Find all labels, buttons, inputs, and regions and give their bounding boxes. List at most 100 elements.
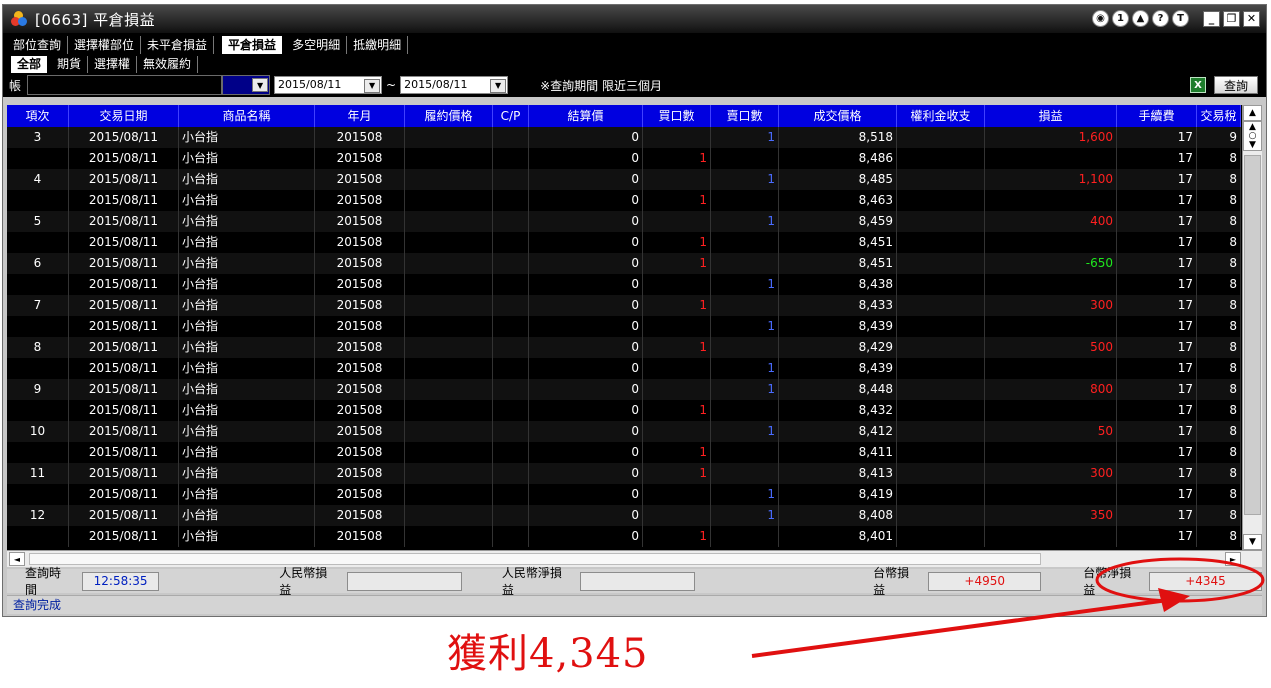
cell-premium bbox=[897, 484, 985, 505]
step-down-icon[interactable]: ▼ bbox=[1249, 140, 1256, 150]
scroll-left-icon[interactable]: ◄ bbox=[9, 552, 25, 566]
table-row[interactable]: 10 2015/08/11 小台指 201508 0 1 8,412 50 17 8 bbox=[7, 421, 1241, 442]
table-row[interactable]: 2015/08/11 小台指 201508 0 1 8,419 17 8 bbox=[7, 484, 1241, 505]
scroll-right-icon[interactable]: ► bbox=[1225, 552, 1241, 566]
cell-ym: 201508 bbox=[315, 484, 405, 505]
cell-no bbox=[7, 316, 69, 337]
restore-button[interactable]: ❐ bbox=[1223, 10, 1240, 27]
table-row[interactable]: 3 2015/08/11 小台指 201508 0 1 8,518 1,600 17 9 bbox=[7, 127, 1241, 148]
chevron-down-icon[interactable]: ▼ bbox=[252, 78, 269, 92]
number-one-icon[interactable]: 1 bbox=[1112, 10, 1129, 27]
table-row[interactable]: 7 2015/08/11 小台指 201508 0 1 8,433 300 17 8 bbox=[7, 295, 1241, 316]
help-icon[interactable]: ? bbox=[1152, 10, 1169, 27]
cell-date: 2015/08/11 bbox=[69, 253, 179, 274]
vertical-scrollbar[interactable]: ▲ ▲ ○ ▼ ▼ bbox=[1242, 105, 1262, 550]
cell-pl: -650 bbox=[985, 253, 1117, 274]
column-header[interactable]: 履約價格 bbox=[405, 105, 493, 127]
cell-cp bbox=[493, 505, 529, 526]
cell-ym: 201508 bbox=[315, 274, 405, 295]
tab-primary-1[interactable]: 選擇權部位 bbox=[68, 36, 142, 54]
chevron-down-icon[interactable]: ▼ bbox=[490, 79, 507, 93]
tab-secondary-2[interactable]: 選擇權 bbox=[88, 56, 138, 73]
column-header[interactable]: 賣口數 bbox=[711, 105, 779, 127]
column-header[interactable]: C/P bbox=[493, 105, 529, 127]
column-header[interactable]: 成交價格 bbox=[779, 105, 897, 127]
close-button[interactable]: ✕ bbox=[1243, 10, 1260, 27]
date-from-field[interactable]: 2015/08/11 ▼ bbox=[274, 76, 383, 94]
account-select[interactable]: ▼ bbox=[222, 75, 271, 95]
account-input[interactable] bbox=[27, 75, 223, 95]
cell-settle: 0 bbox=[529, 379, 643, 400]
excel-export-icon[interactable]: X bbox=[1190, 77, 1206, 93]
column-header[interactable]: 手續費 bbox=[1117, 105, 1197, 127]
column-header[interactable]: 項次 bbox=[7, 105, 69, 127]
cell-buy bbox=[643, 211, 711, 232]
t-icon[interactable]: T bbox=[1172, 10, 1189, 27]
table-row[interactable]: 6 2015/08/11 小台指 201508 0 1 8,451 -650 17 8 bbox=[7, 253, 1241, 274]
table-row[interactable]: 4 2015/08/11 小台指 201508 0 1 8,485 1,100 17 8 bbox=[7, 169, 1241, 190]
cell-tax: 8 bbox=[1197, 505, 1241, 526]
table-row[interactable]: 2015/08/11 小台指 201508 0 1 8,439 17 8 bbox=[7, 316, 1241, 337]
cell-tax: 8 bbox=[1197, 211, 1241, 232]
cell-tax: 8 bbox=[1197, 526, 1241, 547]
cell-date: 2015/08/11 bbox=[69, 274, 179, 295]
cell-strike bbox=[405, 274, 493, 295]
table-row[interactable]: 8 2015/08/11 小台指 201508 0 1 8,429 500 17 8 bbox=[7, 337, 1241, 358]
cell-tax: 8 bbox=[1197, 274, 1241, 295]
cell-premium bbox=[897, 526, 985, 547]
table-row[interactable]: 2015/08/11 小台指 201508 0 1 8,438 17 8 bbox=[7, 274, 1241, 295]
table-row[interactable]: 2015/08/11 小台指 201508 0 1 8,432 17 8 bbox=[7, 400, 1241, 421]
minimize-button[interactable]: _ bbox=[1203, 10, 1220, 27]
table-row[interactable]: 11 2015/08/11 小台指 201508 0 1 8,413 300 17 8 bbox=[7, 463, 1241, 484]
link-icon[interactable]: ◉ bbox=[1092, 10, 1109, 27]
horizontal-scrollbar[interactable]: ◄ ► bbox=[7, 550, 1262, 567]
column-header[interactable]: 交易稅 bbox=[1197, 105, 1241, 127]
cell-name: 小台指 bbox=[179, 169, 315, 190]
twd-net-value: +4345 bbox=[1148, 571, 1263, 591]
table-row[interactable]: 2015/08/11 小台指 201508 0 1 8,463 17 8 bbox=[7, 190, 1241, 211]
tab-primary-4[interactable]: 多空明細 bbox=[286, 36, 348, 54]
tab-primary-3[interactable]: 平倉損益 bbox=[222, 36, 283, 54]
cell-name: 小台指 bbox=[179, 505, 315, 526]
query-button[interactable]: 查詢 bbox=[1214, 76, 1258, 94]
column-header[interactable]: 買口數 bbox=[643, 105, 711, 127]
column-header[interactable]: 結算價 bbox=[529, 105, 643, 127]
table-row[interactable]: 2015/08/11 小台指 201508 0 1 8,401 17 8 bbox=[7, 526, 1241, 547]
cell-buy: 1 bbox=[643, 526, 711, 547]
table-row[interactable]: 2015/08/11 小台指 201508 0 1 8,439 17 8 bbox=[7, 358, 1241, 379]
table-row[interactable]: 2015/08/11 小台指 201508 0 1 8,411 17 8 bbox=[7, 442, 1241, 463]
tab-secondary-1[interactable]: 期貨 bbox=[51, 56, 89, 73]
date-to-field[interactable]: 2015/08/11 ▼ bbox=[400, 76, 509, 94]
table-row[interactable]: 2015/08/11 小台指 201508 0 1 8,486 17 8 bbox=[7, 148, 1241, 169]
column-header[interactable]: 交易日期 bbox=[69, 105, 179, 127]
tab-secondary-3[interactable]: 無效履約 bbox=[137, 56, 199, 73]
tab-primary-2[interactable]: 未平倉損益 bbox=[141, 36, 215, 54]
table-row[interactable]: 9 2015/08/11 小台指 201508 0 1 8,448 800 17 8 bbox=[7, 379, 1241, 400]
column-header[interactable]: 年月 bbox=[315, 105, 405, 127]
chevron-down-icon[interactable]: ▼ bbox=[364, 79, 381, 93]
column-header[interactable]: 權利金收支 bbox=[897, 105, 985, 127]
tab-secondary-0[interactable]: 全部 bbox=[11, 56, 48, 73]
cell-price: 8,411 bbox=[779, 442, 897, 463]
cell-buy: 1 bbox=[643, 148, 711, 169]
vertical-scroll-thumb[interactable] bbox=[1244, 155, 1261, 515]
query-time-value: 12:58:35 bbox=[82, 571, 160, 591]
tab-primary-0[interactable]: 部位查詢 bbox=[7, 36, 69, 54]
cell-fee: 17 bbox=[1117, 295, 1197, 316]
cell-name: 小台指 bbox=[179, 484, 315, 505]
tab-primary-5[interactable]: 抵繳明細 bbox=[347, 36, 409, 54]
table-row[interactable]: 5 2015/08/11 小台指 201508 0 1 8,459 400 17 8 bbox=[7, 211, 1241, 232]
cell-name: 小台指 bbox=[179, 211, 315, 232]
title-bar[interactable]: [0663] 平倉損益 ◉ 1 ▲ ? T _ ❐ ✕ bbox=[3, 5, 1266, 33]
cell-cp bbox=[493, 316, 529, 337]
scroll-up-icon[interactable]: ▲ bbox=[1243, 105, 1262, 121]
upload-icon[interactable]: ▲ bbox=[1132, 10, 1149, 27]
table-row[interactable]: 12 2015/08/11 小台指 201508 0 1 8,408 350 17 8 bbox=[7, 505, 1241, 526]
window-title: [0663] 平倉損益 bbox=[35, 10, 156, 29]
scroll-step-control[interactable]: ▲ ○ ▼ bbox=[1243, 121, 1262, 151]
column-header[interactable]: 商品名稱 bbox=[179, 105, 315, 127]
table-row[interactable]: 2015/08/11 小台指 201508 0 1 8,451 17 8 bbox=[7, 232, 1241, 253]
scroll-down-icon[interactable]: ▼ bbox=[1243, 534, 1262, 550]
column-header[interactable]: 損益 bbox=[985, 105, 1117, 127]
cell-fee: 17 bbox=[1117, 169, 1197, 190]
